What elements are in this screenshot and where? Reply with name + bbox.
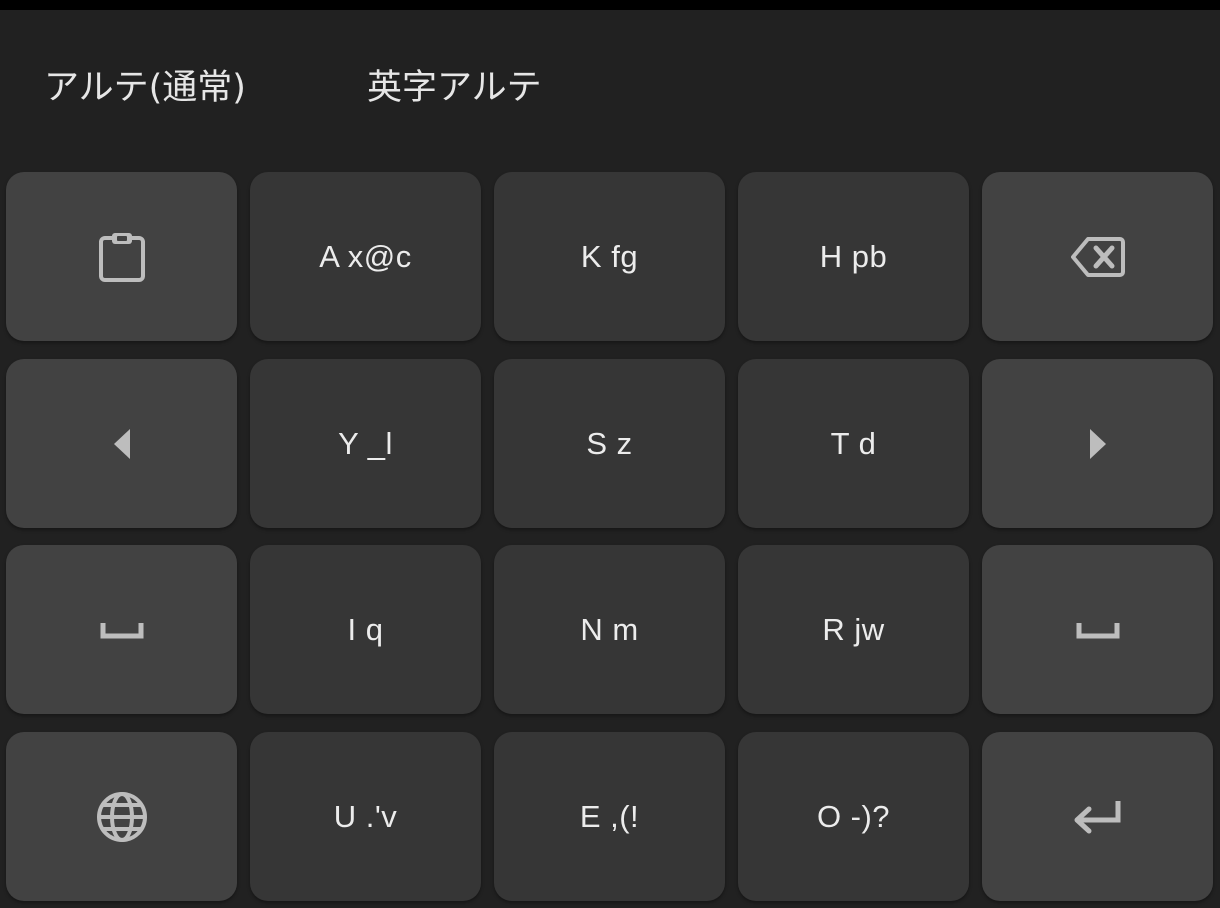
key-label: R jw <box>822 611 885 647</box>
cursor-left-key[interactable] <box>6 359 237 528</box>
backspace-key[interactable] <box>982 172 1213 341</box>
cursor-left-icon <box>112 427 132 461</box>
space-key-right[interactable] <box>982 545 1213 714</box>
key-u-group[interactable]: U .'v <box>250 732 481 901</box>
key-label: U .'v <box>333 798 398 834</box>
space-icon <box>1076 621 1120 639</box>
key-k-group[interactable]: K fg <box>494 172 725 341</box>
key-label: S z <box>586 425 633 461</box>
key-r-group[interactable]: R jw <box>738 545 969 714</box>
language-switch-key[interactable] <box>6 732 237 901</box>
key-label: T d <box>830 425 877 461</box>
cursor-right-key[interactable] <box>982 359 1213 528</box>
key-label: Y _l <box>338 425 393 461</box>
key-y-group[interactable]: Y _l <box>250 359 481 528</box>
backspace-icon <box>1070 236 1125 278</box>
key-label: O -)? <box>816 798 891 834</box>
key-i-group[interactable]: I q <box>250 545 481 714</box>
key-label: A x@c <box>319 238 412 274</box>
globe-icon <box>95 790 149 844</box>
cursor-right-icon <box>1088 427 1108 461</box>
key-label: E ,(! <box>579 798 640 834</box>
space-icon <box>100 621 144 639</box>
keyboard: A x@c K fg H pb Y _l S z T d I q N m R j… <box>0 0 1220 908</box>
key-s-group[interactable]: S z <box>494 359 725 528</box>
clipboard-key[interactable] <box>6 172 237 341</box>
key-n-group[interactable]: N m <box>494 545 725 714</box>
key-e-group[interactable]: E ,(! <box>494 732 725 901</box>
key-o-group[interactable]: O -)? <box>738 732 969 901</box>
clipboard-icon <box>98 232 146 282</box>
enter-key[interactable] <box>982 732 1213 901</box>
key-a-group[interactable]: A x@c <box>250 172 481 341</box>
enter-icon <box>1072 798 1124 836</box>
key-h-group[interactable]: H pb <box>738 172 969 341</box>
space-key-left[interactable] <box>6 545 237 714</box>
key-t-group[interactable]: T d <box>738 359 969 528</box>
key-label: K fg <box>580 238 639 274</box>
key-label: H pb <box>819 238 888 274</box>
key-label: N m <box>580 611 639 647</box>
key-label: I q <box>347 611 384 647</box>
